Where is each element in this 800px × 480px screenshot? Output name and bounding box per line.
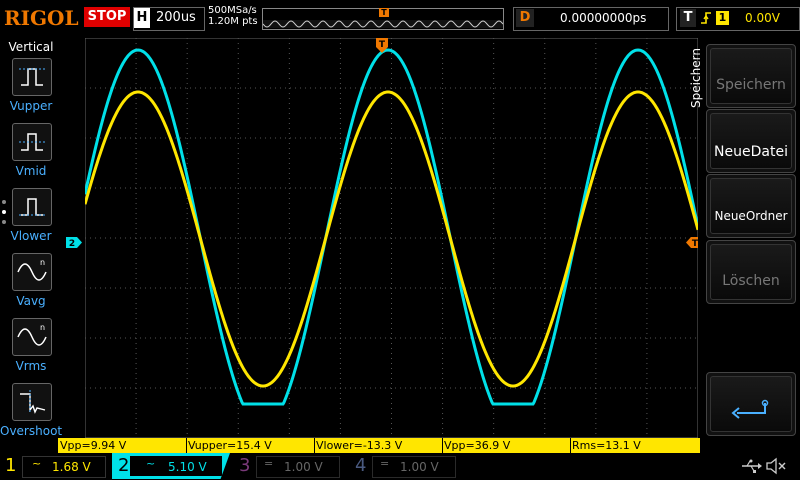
rising-edge-icon	[700, 10, 712, 30]
measurement-separator	[570, 438, 571, 453]
storage-menu-title: Speichern	[688, 42, 704, 114]
horizontal-label: H	[134, 8, 150, 28]
page-dot	[2, 220, 6, 224]
svg-text:2: 2	[69, 239, 75, 248]
vrms-button[interactable]: n	[12, 318, 52, 356]
save-button[interactable]: Speichern	[706, 44, 796, 108]
sample-rate: 500MSa/s	[208, 5, 257, 16]
channel-2-status[interactable]: 2 ~ 5.10 V	[112, 453, 230, 479]
save-label: Speichern	[716, 77, 786, 93]
vlower-label: Vlower	[10, 229, 52, 243]
vertical-menu-title: Vertical	[8, 40, 54, 54]
channel-2-offset-marker[interactable]: 2	[66, 233, 82, 249]
delete-button[interactable]: Löschen	[706, 240, 796, 304]
measurement-separator	[186, 438, 187, 453]
overshoot-label: Overshoot	[0, 424, 63, 438]
acquisition-info: 500MSa/s 1.20M pts	[208, 5, 258, 27]
measurement-vupper[interactable]: Vupper=15.4 V	[188, 438, 272, 453]
trigger-position-marker[interactable]: T	[376, 38, 388, 53]
delay-label: D	[516, 9, 534, 27]
measurement-vlower[interactable]: Vlower=-13.3 V	[316, 438, 402, 453]
trigger-level: 0.00V	[745, 11, 780, 25]
vmid-icon	[19, 133, 45, 151]
measurement-ch2-vpp[interactable]: Vpp=36.9 V	[444, 438, 510, 453]
vupper-button[interactable]	[12, 58, 52, 96]
vavg-icon: n	[17, 258, 47, 281]
new-file-label: NeueDatei	[714, 144, 788, 160]
channel-1-status[interactable]: 1 ~ 1.68 V	[0, 454, 108, 478]
svg-text:n: n	[40, 323, 45, 332]
page-dot	[2, 200, 6, 204]
page-dot-active	[2, 210, 6, 214]
waveform-display[interactable]	[85, 38, 698, 438]
vrms-label: Vrms	[15, 359, 47, 373]
channel-1-scale: 1.68 V	[52, 460, 91, 474]
timebase-value: 200us	[156, 10, 196, 25]
measurement-bar: Vpp=9.94 V Vupper=15.4 V Vlower=-13.3 V …	[58, 438, 700, 453]
return-arrow-icon	[731, 399, 769, 419]
channel-3-status[interactable]: 3 = 1.00 V	[234, 454, 342, 478]
channel-4-coupling: =	[380, 457, 390, 470]
vupper-icon	[19, 68, 45, 86]
trigger-channel: 1	[716, 11, 729, 25]
measurement-rms[interactable]: Rms=13.1 V	[572, 438, 641, 453]
channel-1-number: 1	[5, 455, 17, 476]
overshoot-icon	[20, 390, 46, 414]
vrms-icon: n	[17, 323, 47, 346]
trigger-label: T	[680, 9, 696, 27]
vavg-button[interactable]: n	[12, 253, 52, 291]
run-stop-button[interactable]: STOP	[84, 7, 130, 27]
channel-2-scale: 5.10 V	[168, 460, 207, 474]
usb-icon	[740, 458, 762, 474]
vmid-button[interactable]	[12, 123, 52, 161]
channel-4-number: 4	[355, 455, 367, 476]
new-file-button[interactable]: NeueDatei	[706, 109, 796, 173]
channel-3-number: 3	[239, 455, 251, 476]
svg-text:Speichern: Speichern	[689, 48, 703, 108]
return-button[interactable]	[706, 372, 796, 436]
new-folder-button[interactable]: NeueOrdner	[706, 174, 796, 238]
vlower-button[interactable]	[12, 188, 52, 226]
channel-3-scale: 1.00 V	[284, 460, 323, 474]
channel-3-coupling: =	[264, 457, 274, 470]
measurement-separator	[442, 438, 443, 453]
new-folder-label: NeueOrdner	[714, 209, 788, 223]
vupper-label: Vupper	[9, 99, 53, 113]
memory-overview[interactable]: T	[262, 8, 504, 30]
memory-trigger-marker: T	[379, 8, 389, 17]
channel-2-number: 2	[118, 455, 130, 476]
overshoot-button[interactable]	[12, 383, 52, 421]
brand-logo: RIGOL	[4, 6, 79, 30]
mute-speaker-icon[interactable]	[765, 457, 787, 475]
measurement-separator	[314, 438, 315, 453]
svg-text:T: T	[379, 40, 386, 50]
vmid-label: Vmid	[15, 164, 47, 178]
graticule	[85, 38, 698, 438]
channel-4-status[interactable]: 4 = 1.00 V	[350, 454, 458, 478]
channel-1-coupling: ~	[32, 457, 42, 470]
memory-depth: 1.20M pts	[208, 16, 258, 27]
svg-text:n: n	[40, 258, 45, 267]
vlower-icon	[19, 198, 45, 216]
vavg-label: Vavg	[16, 294, 46, 308]
measurement-ch1-vpp[interactable]: Vpp=9.94 V	[60, 438, 126, 453]
delay-value: 0.00000000ps	[560, 11, 647, 25]
delete-label: Löschen	[722, 273, 780, 289]
channel-4-scale: 1.00 V	[400, 460, 439, 474]
channel-2-coupling: ~	[146, 457, 156, 470]
